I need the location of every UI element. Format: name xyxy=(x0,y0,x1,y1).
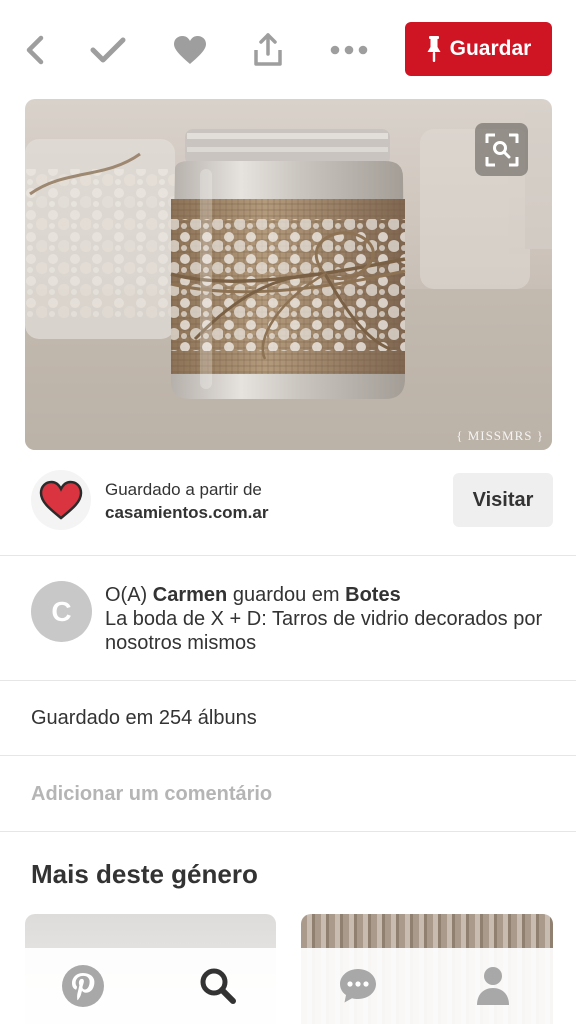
check-icon[interactable] xyxy=(86,28,130,72)
save-button-label: Guardar xyxy=(449,37,532,60)
divider xyxy=(0,755,576,756)
chevron-left-icon[interactable] xyxy=(13,28,57,72)
divider xyxy=(0,680,576,681)
source-row: Guardado a partir de casamientos.com.ar … xyxy=(0,466,576,536)
add-comment-field[interactable]: Adicionar um comentário xyxy=(31,783,272,806)
visit-button[interactable]: Visitar xyxy=(453,473,553,527)
heart-logo-icon xyxy=(39,480,83,520)
chat-icon[interactable] xyxy=(332,962,384,1010)
saved-count[interactable]: Guardado em 254 álbuns xyxy=(31,707,257,730)
board-name-link[interactable]: Botes xyxy=(345,584,401,606)
saver-prefix: O(A) xyxy=(105,584,153,606)
search-icon[interactable] xyxy=(192,962,244,1010)
visual-search-icon[interactable] xyxy=(475,123,528,176)
save-button[interactable]: Guardar xyxy=(405,22,552,76)
saver-name-link[interactable]: Carmen xyxy=(153,584,227,606)
divider xyxy=(0,831,576,832)
saver-avatar[interactable]: C xyxy=(31,581,92,642)
more-like-this-heading: Mais deste género xyxy=(31,859,258,889)
source-site-link[interactable]: casamientos.com.ar xyxy=(105,503,268,523)
pin-description: La boda de X + D: Tarros de vidrio decor… xyxy=(105,608,543,654)
pin-image[interactable]: { MISSMRS } xyxy=(25,99,552,450)
mason-jar-photo xyxy=(25,99,552,450)
divider xyxy=(0,555,576,556)
saver-info: O(A) Carmen guardou em Botes La boda de … xyxy=(105,583,545,655)
top-toolbar: Guardar xyxy=(0,0,576,98)
share-icon[interactable] xyxy=(246,28,290,72)
source-label: Guardado a partir de xyxy=(105,480,262,499)
image-watermark: { MISSMRS } xyxy=(456,428,544,443)
saver-verb: guardou em xyxy=(227,584,346,606)
more-dots-icon[interactable] xyxy=(327,28,371,72)
pushpin-icon xyxy=(426,35,442,63)
heart-icon[interactable] xyxy=(168,28,212,72)
profile-icon[interactable] xyxy=(467,962,519,1010)
bottom-nav xyxy=(0,948,576,1024)
pinterest-logo-icon[interactable] xyxy=(57,962,109,1010)
source-avatar[interactable] xyxy=(31,470,91,530)
